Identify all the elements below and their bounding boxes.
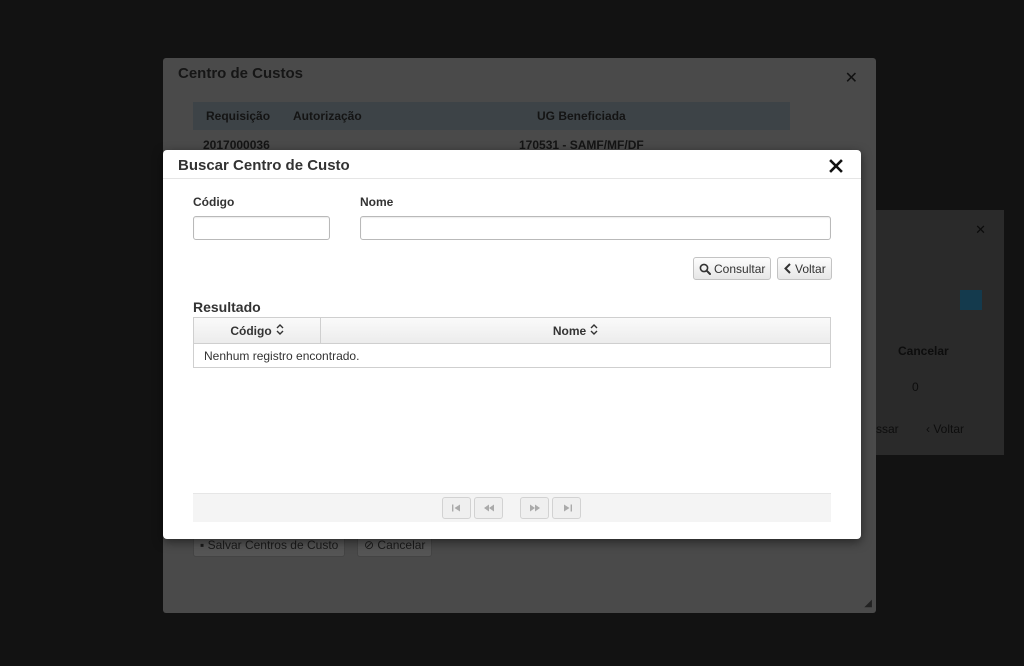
chevron-left-icon <box>783 263 792 274</box>
dialog-title: Centro de Custos <box>178 65 304 82</box>
column-nome-label: Nome <box>552 323 587 338</box>
first-page-icon <box>451 504 463 512</box>
empty-message: Nenhum registro encontrado. <box>204 348 360 363</box>
table-header: Requisição Autorização UG Beneficiada <box>193 102 790 130</box>
consultar-label: Consultar <box>714 261 766 276</box>
result-table-header: Código Nome <box>194 318 830 344</box>
last-page-button[interactable] <box>552 497 581 519</box>
col-autorizacao: Autorização <box>293 109 362 123</box>
cancel-value: 0 <box>912 380 919 394</box>
modal-header: Buscar Centro de Custo <box>163 150 861 179</box>
cancel-icon: ⊘ <box>364 538 375 552</box>
partial-button-label: ssar <box>876 422 899 436</box>
next-page-icon <box>529 504 541 512</box>
save-icon: ▪ <box>200 538 205 552</box>
save-label: Salvar Centros de Custo <box>207 538 339 552</box>
consultar-button[interactable]: Consultar <box>693 257 772 280</box>
sort-icon <box>590 323 598 338</box>
close-icon: ✕ <box>975 222 986 237</box>
close-icon[interactable] <box>829 159 843 173</box>
next-page-button[interactable] <box>520 497 549 519</box>
sort-icon <box>276 323 284 338</box>
background-side-dialog: ✕ Cancelar 0 ssar ‹ Voltar <box>860 210 1004 455</box>
codigo-input[interactable] <box>193 216 330 240</box>
search-icon <box>699 263 711 275</box>
nome-label: Nome <box>360 195 394 209</box>
empty-message-row: Nenhum registro encontrado. <box>194 344 830 367</box>
column-codigo-label: Código <box>230 323 272 338</box>
first-page-button[interactable] <box>442 497 471 519</box>
cancel-column-header: Cancelar <box>898 344 949 358</box>
cancel-label: Cancelar <box>377 538 426 552</box>
column-header-codigo[interactable]: Código <box>194 318 321 343</box>
column-header-nome[interactable]: Nome <box>321 318 830 343</box>
col-requisicao: Requisição <box>206 109 271 123</box>
action-icon-box <box>960 290 982 310</box>
previous-page-icon <box>483 504 495 512</box>
search-cost-center-modal: Buscar Centro de Custo Código Nome Consu… <box>163 150 861 539</box>
voltar-label: Voltar <box>795 261 826 276</box>
result-title: Resultado <box>193 299 261 315</box>
col-ug-beneficiada: UG Beneficiada <box>537 109 626 123</box>
close-icon[interactable]: ✕ <box>845 68 858 88</box>
paginator <box>193 493 831 522</box>
last-page-icon <box>561 504 573 512</box>
previous-page-button[interactable] <box>474 497 503 519</box>
modal-title: Buscar Centro de Custo <box>178 157 350 174</box>
result-table: Código Nome Nenhum registro encontrado. <box>193 317 831 368</box>
back-label-text: Voltar <box>933 422 965 436</box>
nome-input[interactable] <box>360 216 831 240</box>
resize-handle-icon[interactable]: ◢ <box>864 598 872 609</box>
back-button-label: ‹ Voltar <box>926 422 965 436</box>
codigo-label: Código <box>193 195 235 209</box>
voltar-button[interactable]: Voltar <box>777 257 832 280</box>
